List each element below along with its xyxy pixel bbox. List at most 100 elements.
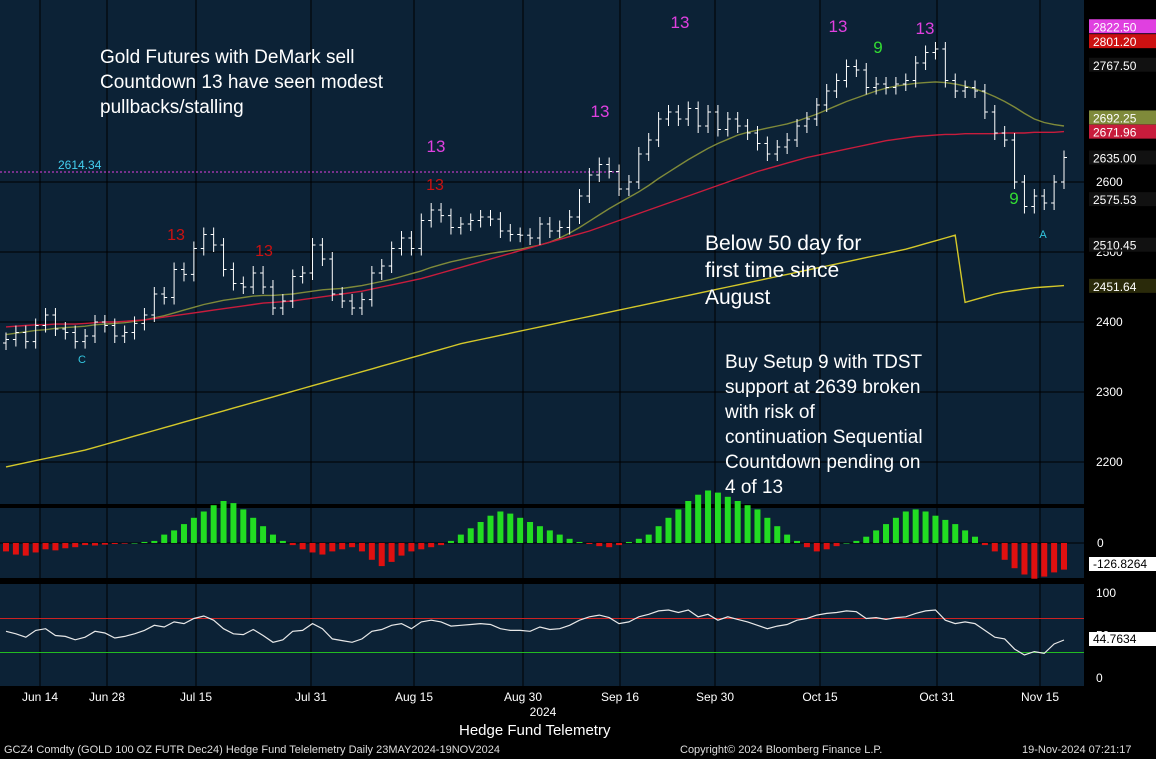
osc-bar xyxy=(546,530,553,543)
x-tick-label: Jun 28 xyxy=(89,690,125,704)
label-text: 2801.20 xyxy=(1093,35,1137,49)
osc-bar xyxy=(299,543,306,550)
osc-bar xyxy=(972,536,979,543)
osc-bar xyxy=(497,511,504,543)
osc-bar xyxy=(220,501,227,543)
rsi-last-label: 44.7634 xyxy=(1089,632,1156,646)
label-text: 2510.45 xyxy=(1093,239,1137,253)
right-price-label: 2692.25 xyxy=(1089,110,1156,125)
osc-bar xyxy=(82,543,89,546)
osc-bar xyxy=(1061,543,1067,570)
osc-bar xyxy=(180,524,187,543)
price-tick-label: 2300 xyxy=(1096,385,1123,399)
right-price-label: 2822.50 xyxy=(1089,19,1156,34)
td-countdown-13: 13 xyxy=(829,17,848,36)
osc-bar xyxy=(853,540,860,543)
osc-bar xyxy=(517,517,524,543)
osc-bar xyxy=(378,543,385,567)
osc-bar xyxy=(467,528,474,543)
annotation-top-left: Gold Futures with DeMark sell Countdown … xyxy=(100,47,384,118)
footer-right: 19-Nov-2024 07:21:17 xyxy=(1022,744,1132,756)
osc-bar xyxy=(418,543,425,550)
osc-bar xyxy=(289,543,296,546)
x-tick-label: Jun 14 xyxy=(22,690,58,704)
x-tick-label: Oct 15 xyxy=(802,690,838,704)
osc-bar xyxy=(250,517,257,543)
osc-bar xyxy=(151,540,158,543)
osc-bar xyxy=(230,503,237,543)
price-tick-label: 2600 xyxy=(1096,175,1123,189)
osc-bar xyxy=(536,526,543,543)
right-price-label: 2635.00 xyxy=(1089,150,1156,166)
osc-bar xyxy=(724,496,731,543)
osc-bar xyxy=(447,540,454,543)
osc-bar xyxy=(190,517,197,543)
osc-bar xyxy=(645,534,652,543)
td-marker-c: C xyxy=(78,354,86,366)
osc-bar xyxy=(507,513,514,543)
osc-bar xyxy=(91,543,98,546)
osc-bar xyxy=(368,543,375,560)
x-tick-label: Nov 15 xyxy=(1021,690,1059,704)
osc-bar xyxy=(794,540,801,543)
right-price-label: 2671.96 xyxy=(1089,124,1156,140)
osc-bar xyxy=(912,509,919,543)
osc-bar xyxy=(962,530,969,543)
annotation-below-50-day: Below 50 day for first time since August xyxy=(705,232,862,309)
osc-bar xyxy=(734,501,741,543)
td-countdown-13: 13 xyxy=(427,137,446,156)
osc-bar xyxy=(1041,543,1048,577)
osc-bar xyxy=(52,543,59,551)
osc-bar xyxy=(1021,543,1028,575)
tdst-level-label: 2614.34 xyxy=(58,158,102,172)
x-tick-label: Sep 30 xyxy=(696,690,734,704)
osc-bar xyxy=(161,534,168,543)
td-countdown-13: 13 xyxy=(916,19,935,38)
osc-bar xyxy=(823,543,830,550)
osc-bar xyxy=(438,543,445,546)
osc-zero-label: 0 xyxy=(1097,536,1104,550)
td-countdown-13: 13 xyxy=(591,102,610,121)
osc-bar xyxy=(42,543,49,550)
rsi-panel xyxy=(0,584,1084,686)
year-label: 2024 xyxy=(530,705,557,719)
osc-bar xyxy=(764,517,771,543)
osc-bar xyxy=(883,524,890,543)
osc-bar xyxy=(616,543,623,546)
osc-bar xyxy=(981,543,988,546)
osc-bar xyxy=(942,519,949,543)
osc-bar xyxy=(803,543,810,548)
td-countdown-13-red: 13 xyxy=(426,177,444,194)
osc-bar xyxy=(477,522,484,543)
osc-bar xyxy=(991,543,998,552)
osc-bar xyxy=(171,530,178,543)
td-marker-a: A xyxy=(1039,229,1047,241)
osc-bar xyxy=(121,543,128,544)
osc-bar xyxy=(744,505,751,543)
osc-bar xyxy=(428,543,435,548)
osc-bar xyxy=(586,543,593,545)
osc-bar xyxy=(655,526,662,543)
osc-bar xyxy=(269,534,276,543)
osc-bar xyxy=(596,543,603,547)
osc-bar xyxy=(1001,543,1008,560)
rsi-tick-label: 0 xyxy=(1096,671,1103,685)
osc-bar xyxy=(625,541,632,543)
chart-subtitle: Hedge Fund Telemetry xyxy=(459,722,611,739)
osc-bar xyxy=(952,524,959,543)
osc-bar xyxy=(339,543,346,550)
osc-bar xyxy=(892,517,899,543)
x-tick-label: Sep 16 xyxy=(601,690,639,704)
td-countdown-13-red: 13 xyxy=(255,243,273,260)
osc-bar xyxy=(714,492,721,543)
osc-bar xyxy=(527,522,534,543)
label-text: 2635.00 xyxy=(1093,152,1137,166)
osc-bar xyxy=(922,511,929,543)
td-setup-9: 9 xyxy=(873,38,882,57)
osc-bar xyxy=(260,526,267,543)
osc-bar xyxy=(131,543,138,544)
osc-bar xyxy=(3,543,9,552)
osc-bar xyxy=(358,543,365,552)
osc-bar xyxy=(398,543,405,556)
footer-center: Copyright© 2024 Bloomberg Finance L.P. xyxy=(680,744,883,756)
